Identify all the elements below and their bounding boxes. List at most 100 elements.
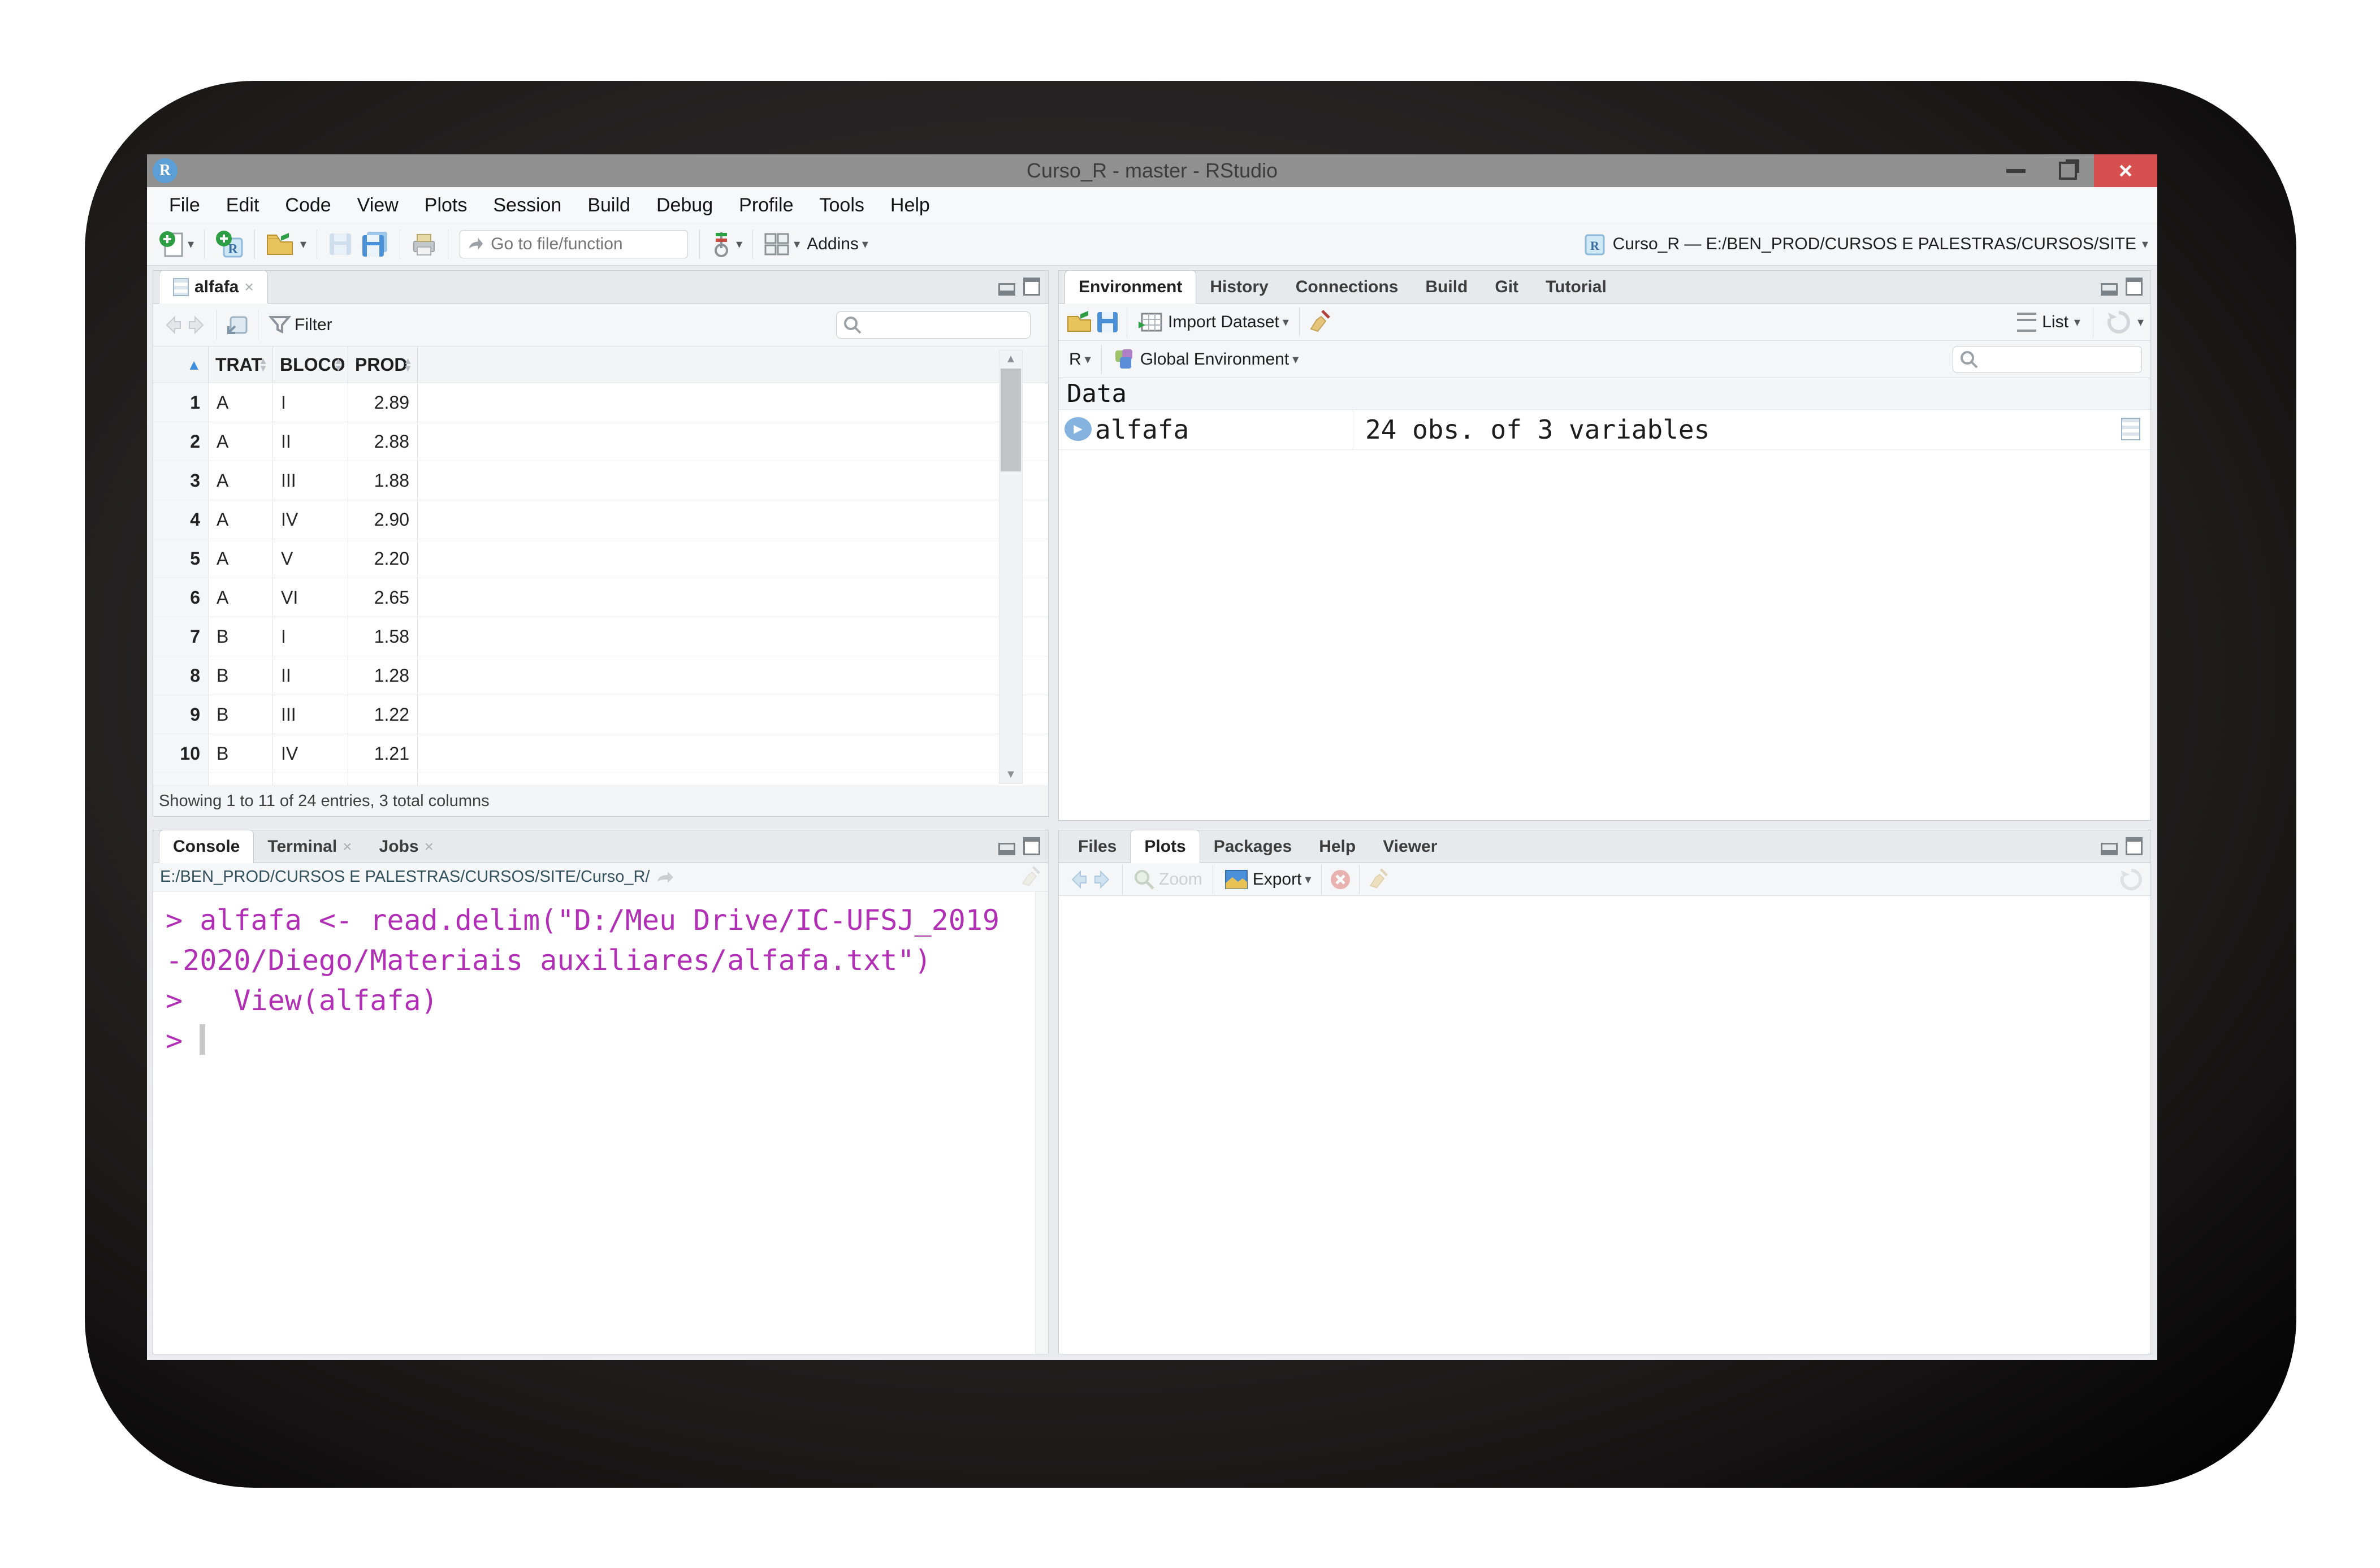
tab-environment[interactable]: Environment xyxy=(1064,270,1196,304)
tab-help[interactable]: Help xyxy=(1305,830,1369,863)
tab-tutorial[interactable]: Tutorial xyxy=(1532,271,1620,303)
clear-console-broom-icon[interactable] xyxy=(1019,865,1041,890)
menu-debug[interactable]: Debug xyxy=(643,187,726,223)
scroll-down-icon[interactable]: ▼ xyxy=(999,768,1022,781)
addins-button[interactable]: Addins ▾ xyxy=(803,235,872,254)
menu-help[interactable]: Help xyxy=(877,187,943,223)
menu-view[interactable]: View xyxy=(344,187,412,223)
back-arrow-icon[interactable] xyxy=(160,313,185,337)
goto-directory-icon[interactable] xyxy=(655,868,676,886)
scroll-up-icon[interactable]: ▲ xyxy=(999,353,1022,366)
maximize-pane-icon[interactable] xyxy=(2126,837,2143,855)
column-header-trat[interactable]: TRAT▲▼ xyxy=(209,346,273,383)
open-file-button[interactable]: ▾ xyxy=(262,231,310,258)
table-row[interactable]: 10 B IV 1.21 xyxy=(153,734,1048,773)
minimize-pane-icon[interactable] xyxy=(998,843,1015,855)
table-row[interactable]: 2 A II 2.88 xyxy=(153,422,1048,461)
table-row[interactable]: 7 B I 1.58 xyxy=(153,617,1048,656)
load-workspace-icon[interactable] xyxy=(1066,310,1095,335)
table-search-box[interactable] xyxy=(836,311,1031,339)
tab-viewer[interactable]: Viewer xyxy=(1369,830,1451,863)
table-scrollbar[interactable]: ▲ ▼ xyxy=(999,350,1023,784)
maximize-pane-icon[interactable] xyxy=(2126,278,2143,296)
refresh-plots-icon[interactable] xyxy=(2119,867,2144,892)
open-in-new-window-icon[interactable] xyxy=(224,313,251,337)
menu-code[interactable]: Code xyxy=(272,187,344,223)
console-prompt-line[interactable]: > xyxy=(166,1021,1036,1061)
menu-plots[interactable]: Plots xyxy=(412,187,481,223)
menu-profile[interactable]: Profile xyxy=(726,187,806,223)
table-row[interactable]: 4 A IV 2.90 xyxy=(153,500,1048,539)
refresh-icon[interactable] xyxy=(2106,309,2132,335)
environment-search-box[interactable] xyxy=(1953,346,2142,373)
next-plot-icon[interactable] xyxy=(1091,867,1115,892)
table-row[interactable]: 11 B V 1.30 xyxy=(153,773,1048,786)
menu-session[interactable]: Session xyxy=(480,187,574,223)
table-row[interactable]: 3 A III 1.88 xyxy=(153,461,1048,500)
menu-tools[interactable]: Tools xyxy=(807,187,877,223)
object-name[interactable]: alfafa xyxy=(1095,410,1189,449)
minimize-pane-icon[interactable] xyxy=(998,283,1015,296)
global-environment-selector[interactable]: Global Environment ▾ xyxy=(1109,347,1302,372)
tab-build[interactable]: Build xyxy=(1412,271,1481,303)
zoom-plot-button[interactable]: Zoom xyxy=(1130,868,1206,891)
scrollbar-thumb[interactable] xyxy=(1001,369,1021,471)
console-output[interactable]: > alfafa <- read.delim("D:/Meu Drive/IC-… xyxy=(153,891,1036,1354)
environment-object-row[interactable]: ▶ alfafa 24 obs. of 3 variables xyxy=(1059,410,2150,450)
tab-connections[interactable]: Connections xyxy=(1282,271,1412,303)
workspace-tools-button[interactable]: ▾ xyxy=(707,230,746,258)
new-file-button[interactable]: ▾ xyxy=(155,230,197,258)
pane-layout-button[interactable]: ▾ xyxy=(760,232,803,257)
print-button[interactable] xyxy=(407,231,441,257)
restore-button[interactable] xyxy=(2042,154,2094,187)
list-view-label[interactable]: List xyxy=(2042,313,2069,332)
import-dataset-button[interactable]: Import Dataset ▾ xyxy=(1134,310,1292,334)
table-row[interactable]: 8 B II 1.28 xyxy=(153,656,1048,695)
expand-object-icon[interactable]: ▶ xyxy=(1064,417,1092,441)
project-selector[interactable]: R Curso_R — E:/BEN_PROD/CURSOS E PALESTR… xyxy=(1582,223,2148,265)
clear-objects-broom-icon[interactable] xyxy=(1306,309,1331,336)
tab-git[interactable]: Git xyxy=(1481,271,1532,303)
tab-plots[interactable]: Plots xyxy=(1130,830,1200,863)
maximize-pane-icon[interactable] xyxy=(1023,837,1040,855)
minimize-button[interactable] xyxy=(1990,154,2042,187)
filter-button[interactable]: Filter xyxy=(265,314,336,336)
new-project-button[interactable]: R xyxy=(211,229,248,259)
export-plot-button[interactable]: Export ▾ xyxy=(1220,868,1315,891)
column-header-bloco[interactable]: BLOCO▲▼ xyxy=(273,346,348,383)
table-row[interactable]: 1 A I 2.89 xyxy=(153,383,1048,422)
tab-packages[interactable]: Packages xyxy=(1200,830,1305,863)
table-row[interactable]: 9 B III 1.22 xyxy=(153,695,1048,734)
tab-terminal[interactable]: Terminal× xyxy=(254,830,365,863)
menu-file[interactable]: File xyxy=(156,187,213,223)
clear-all-plots-broom-icon[interactable] xyxy=(1366,867,1389,892)
close-tab-icon[interactable]: × xyxy=(244,278,253,296)
close-tab-icon[interactable]: × xyxy=(425,838,434,856)
previous-plot-icon[interactable] xyxy=(1066,867,1091,892)
table-row[interactable]: 5 A V 2.20 xyxy=(153,539,1048,578)
tab-alfafa[interactable]: alfafa × xyxy=(159,270,268,304)
goto-file-function-box[interactable] xyxy=(460,230,688,258)
table-row[interactable]: 6 A VI 2.65 xyxy=(153,578,1048,617)
goto-file-input[interactable] xyxy=(490,234,681,254)
column-header-prod[interactable]: PROD▲▼ xyxy=(348,346,418,383)
minimize-pane-icon[interactable] xyxy=(2101,843,2118,855)
save-button-disabled[interactable] xyxy=(324,231,357,257)
menu-build[interactable]: Build xyxy=(574,187,643,223)
forward-arrow-icon[interactable] xyxy=(185,313,210,337)
close-button[interactable]: × xyxy=(2094,154,2157,187)
tab-console[interactable]: Console xyxy=(159,830,254,863)
minimize-pane-icon[interactable] xyxy=(2101,283,2118,296)
maximize-pane-icon[interactable] xyxy=(1023,278,1040,296)
save-workspace-icon[interactable] xyxy=(1095,310,1120,335)
close-tab-icon[interactable]: × xyxy=(343,838,352,856)
tab-files[interactable]: Files xyxy=(1064,830,1130,863)
r-language-selector[interactable]: R ▾ xyxy=(1066,350,1094,369)
remove-plot-icon[interactable] xyxy=(1329,868,1352,891)
tab-jobs[interactable]: Jobs× xyxy=(366,830,447,863)
console-scrollbar[interactable] xyxy=(1035,891,1048,1354)
row-number-header[interactable]: ▲ xyxy=(153,346,209,383)
tab-history[interactable]: History xyxy=(1196,271,1282,303)
view-data-grid-icon[interactable] xyxy=(2121,418,2140,440)
save-all-button[interactable] xyxy=(357,231,393,258)
